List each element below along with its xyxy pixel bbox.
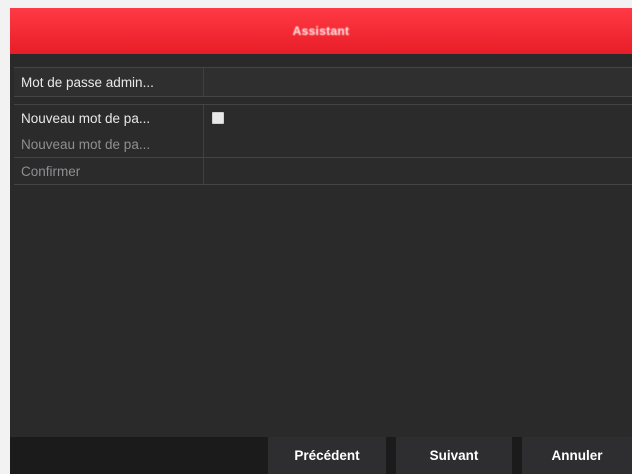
admin-password-row: Mot de passe admin... <box>14 67 632 97</box>
new-password-toggle-label: Nouveau mot de pa... <box>14 105 204 131</box>
confirm-password-label: Confirmer <box>14 158 204 184</box>
new-password-field[interactable] <box>204 131 632 157</box>
window-title: Assistant <box>292 24 350 38</box>
new-password-row: Nouveau mot de pa... <box>14 131 632 158</box>
next-button[interactable]: Suivant <box>396 437 512 474</box>
new-password-label: Nouveau mot de pa... <box>14 131 204 157</box>
confirm-password-row: Confirmer <box>14 158 632 185</box>
cancel-button[interactable]: Annuler <box>522 437 632 474</box>
new-password-toggle-cell <box>204 105 632 131</box>
admin-password-field[interactable] <box>204 68 632 96</box>
footer-bar: Précédent Suivant Annuler <box>10 437 632 474</box>
setup-wizard-window: Assistant Mot de passe admin... Nouveau … <box>10 8 632 474</box>
confirm-password-field[interactable] <box>204 158 632 184</box>
previous-button[interactable]: Précédent <box>268 437 386 474</box>
admin-password-label: Mot de passe admin... <box>14 68 204 96</box>
new-password-toggle-row: Nouveau mot de pa... <box>14 104 632 132</box>
new-password-checkbox[interactable] <box>212 112 224 124</box>
title-bar: Assistant <box>10 8 632 54</box>
